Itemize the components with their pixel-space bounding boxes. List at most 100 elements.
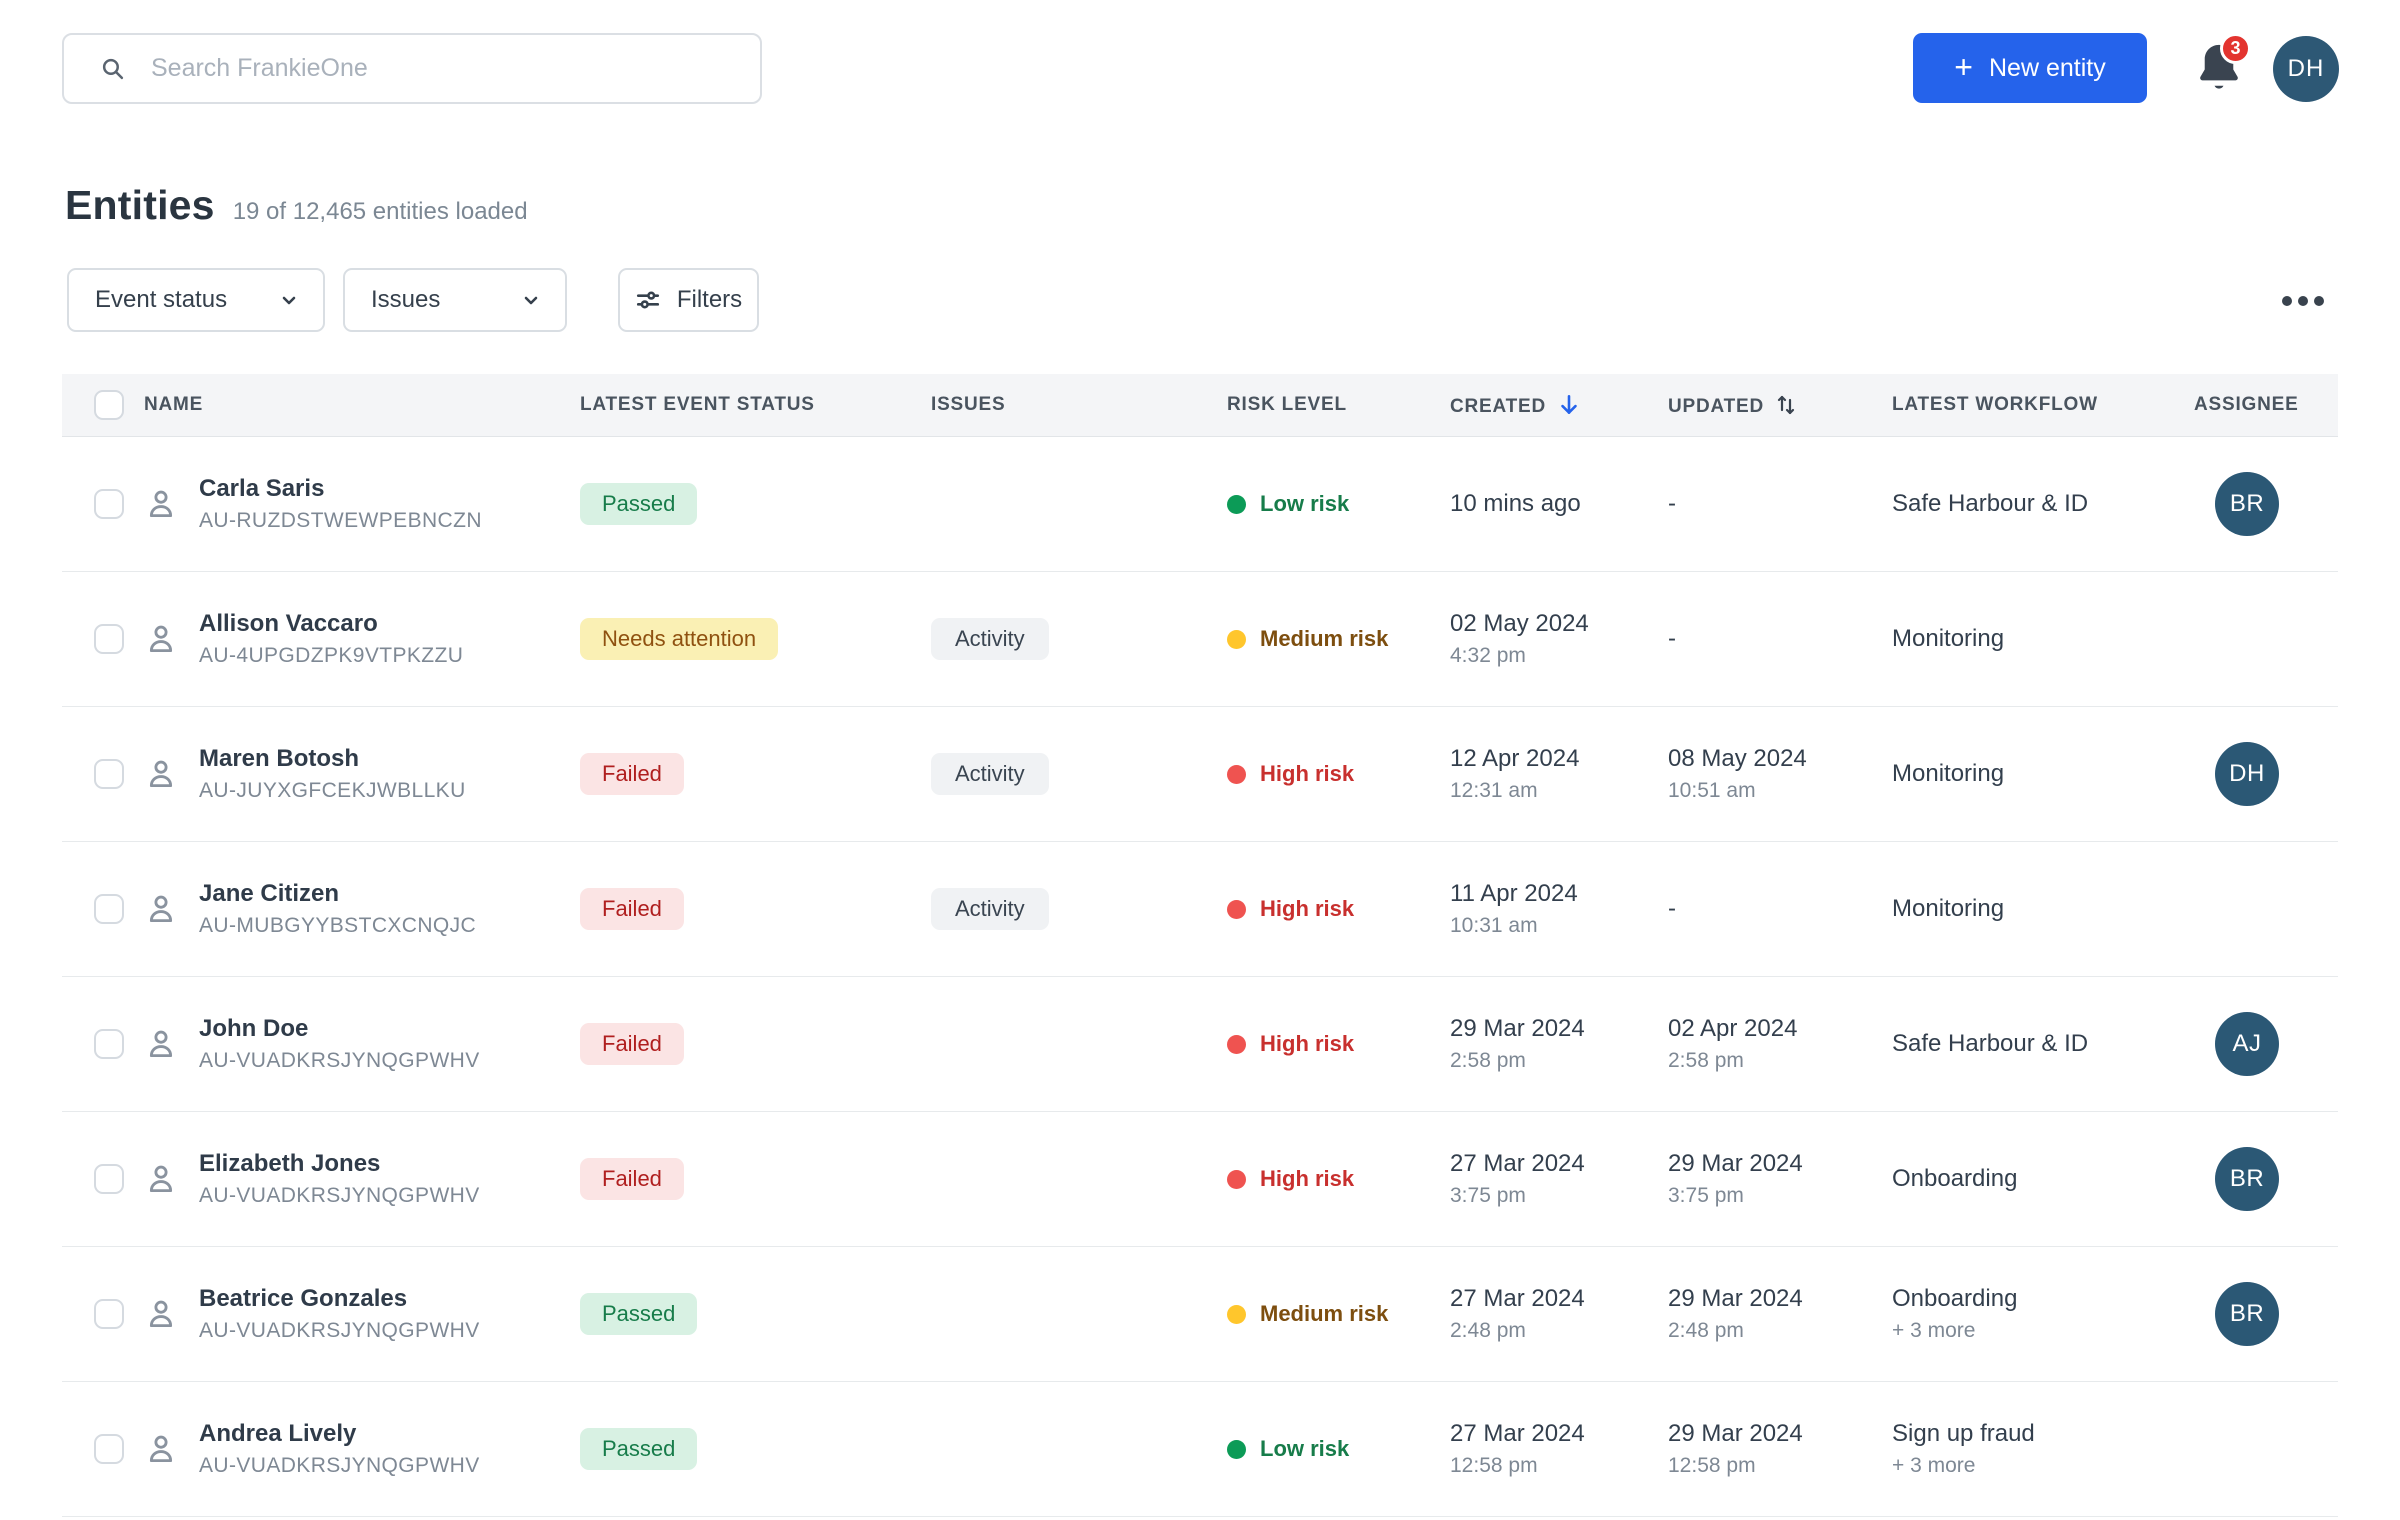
workflow-cell: Onboarding + 3 more — [1892, 1284, 2017, 1344]
name-cell: Jane Citizen AU-MUBGYYBSTCXCNQJC — [199, 879, 476, 939]
assignee-avatar[interactable]: AJ — [2215, 1012, 2279, 1076]
sliders-icon — [635, 287, 661, 313]
chevron-down-icon — [277, 288, 301, 312]
table-row[interactable]: Jane Citizen AU-MUBGYYBSTCXCNQJC Failed … — [62, 842, 2338, 977]
entity-name[interactable]: Jane Citizen — [199, 879, 476, 909]
assignee-avatar[interactable]: DH — [2215, 742, 2279, 806]
person-icon — [144, 1297, 178, 1331]
table-row[interactable]: Maren Botosh AU-JUYXGFCEKJWBLLKU Failed … — [62, 707, 2338, 842]
assignee-avatar[interactable]: BR — [2215, 1147, 2279, 1211]
assignee-avatar[interactable]: BR — [2215, 1282, 2279, 1346]
filters-button[interactable]: Filters — [618, 268, 759, 332]
risk-dot — [1227, 630, 1246, 649]
entity-name[interactable]: Andrea Lively — [199, 1419, 480, 1449]
plus-icon: + — [1954, 51, 1973, 83]
entity-name[interactable]: Maren Botosh — [199, 744, 466, 774]
row-checkbox[interactable] — [94, 489, 124, 519]
created-cell: 29 Mar 2024 2:58 pm — [1450, 1014, 1585, 1074]
row-checkbox[interactable] — [94, 1029, 124, 1059]
name-cell: Beatrice Gonzales AU-VUADKRSJYNQGPWHV — [199, 1284, 480, 1344]
row-checkbox[interactable] — [94, 759, 124, 789]
workflow-cell: Monitoring — [1892, 759, 2004, 789]
issue-chip: Activity — [931, 888, 1049, 930]
row-checkbox[interactable] — [94, 894, 124, 924]
entity-name[interactable]: John Doe — [199, 1014, 480, 1044]
name-cell: Elizabeth Jones AU-VUADKRSJYNQGPWHV — [199, 1149, 480, 1209]
col-name[interactable]: NAME — [144, 394, 203, 416]
col-risk-level[interactable]: RISK LEVEL — [1227, 394, 1347, 416]
person-icon — [144, 892, 178, 926]
workflow-cell: Monitoring — [1892, 624, 2004, 654]
row-checkbox[interactable] — [94, 624, 124, 654]
row-checkbox[interactable] — [94, 1164, 124, 1194]
risk-level: High risk — [1227, 1031, 1354, 1057]
col-updated[interactable]: UPDATED — [1668, 392, 1798, 418]
notifications-button[interactable]: 3 — [2192, 40, 2254, 102]
user-avatar[interactable]: DH — [2273, 36, 2339, 102]
search-icon — [100, 56, 125, 81]
table-row[interactable]: Beatrice Gonzales AU-VUADKRSJYNQGPWHV Pa… — [62, 1247, 2338, 1382]
table-row[interactable]: Andrea Lively AU-VUADKRSJYNQGPWHV Passed… — [62, 1382, 2338, 1517]
person-icon — [144, 487, 178, 521]
created-cell: 11 Apr 2024 10:31 am — [1450, 879, 1578, 939]
page-header: Entities 19 of 12,465 entities loaded — [65, 182, 528, 229]
risk-level: High risk — [1227, 761, 1354, 787]
col-issues[interactable]: ISSUES — [931, 394, 1006, 416]
entity-name[interactable]: Elizabeth Jones — [199, 1149, 480, 1179]
chevron-down-icon — [519, 288, 543, 312]
person-icon — [144, 1162, 178, 1196]
entity-name[interactable]: Carla Saris — [199, 474, 482, 504]
select-all-checkbox[interactable] — [94, 390, 124, 420]
updated-cell: - — [1668, 624, 1676, 654]
risk-level: Low risk — [1227, 491, 1349, 517]
row-checkbox[interactable] — [94, 1434, 124, 1464]
updated-cell: - — [1668, 489, 1676, 519]
sort-desc-icon — [1556, 392, 1582, 418]
person-icon — [144, 1432, 178, 1466]
entity-id: AU-VUADKRSJYNQGPWHV — [199, 1453, 480, 1479]
entity-id: AU-JUYXGFCEKJWBLLKU — [199, 778, 466, 804]
risk-level: Low risk — [1227, 1436, 1349, 1462]
col-created[interactable]: CREATED — [1450, 392, 1582, 418]
col-assignee[interactable]: ASSIGNEE — [2194, 394, 2299, 416]
table-row[interactable]: Elizabeth Jones AU-VUADKRSJYNQGPWHV Fail… — [62, 1112, 2338, 1247]
person-icon — [144, 622, 178, 656]
status-badge: Failed — [580, 1023, 684, 1065]
search-placeholder: Search FrankieOne — [151, 54, 368, 83]
workflow-cell: Monitoring — [1892, 894, 2004, 924]
search-input[interactable]: Search FrankieOne — [62, 33, 762, 104]
updated-cell: 29 Mar 2024 12:58 pm — [1668, 1419, 1803, 1479]
risk-dot — [1227, 1440, 1246, 1459]
sort-both-icon — [1774, 392, 1798, 418]
top-bar: Search FrankieOne + New entity 3 DH — [0, 0, 2400, 140]
status-badge: Passed — [580, 1293, 697, 1335]
assignee-avatar[interactable]: BR — [2215, 472, 2279, 536]
workflow-cell: Safe Harbour & ID — [1892, 489, 2088, 519]
risk-level: High risk — [1227, 896, 1354, 922]
more-options-button[interactable] — [2282, 290, 2326, 312]
table-row[interactable]: Allison Vaccaro AU-4UPGDZPK9VTPKZZU Need… — [62, 572, 2338, 707]
table-row[interactable]: Carla Saris AU-RUZDSTWEWPEBNCZN Passed L… — [62, 437, 2338, 572]
status-badge: Needs attention — [580, 618, 778, 660]
event-status-dropdown[interactable]: Event status — [67, 268, 325, 332]
col-latest-event-status[interactable]: LATEST EVENT STATUS — [580, 394, 815, 416]
table-row[interactable]: John Doe AU-VUADKRSJYNQGPWHV Failed High… — [62, 977, 2338, 1112]
entity-name[interactable]: Allison Vaccaro — [199, 609, 463, 639]
person-icon — [144, 1027, 178, 1061]
new-entity-button[interactable]: + New entity — [1913, 33, 2147, 103]
row-checkbox[interactable] — [94, 1299, 124, 1329]
page-title: Entities — [65, 182, 215, 229]
created-cell: 27 Mar 2024 2:48 pm — [1450, 1284, 1585, 1344]
entities-table: Carla Saris AU-RUZDSTWEWPEBNCZN Passed L… — [62, 437, 2338, 1517]
name-cell: Allison Vaccaro AU-4UPGDZPK9VTPKZZU — [199, 609, 463, 669]
risk-level: Medium risk — [1227, 1301, 1388, 1327]
entity-name[interactable]: Beatrice Gonzales — [199, 1284, 480, 1314]
issues-dropdown[interactable]: Issues — [343, 268, 567, 332]
workflow-cell: Safe Harbour & ID — [1892, 1029, 2088, 1059]
entity-id: AU-4UPGDZPK9VTPKZZU — [199, 643, 463, 669]
col-latest-workflow[interactable]: LATEST WORKFLOW — [1892, 394, 2098, 416]
risk-dot — [1227, 765, 1246, 784]
name-cell: Andrea Lively AU-VUADKRSJYNQGPWHV — [199, 1419, 480, 1479]
entity-id: AU-VUADKRSJYNQGPWHV — [199, 1048, 480, 1074]
name-cell: John Doe AU-VUADKRSJYNQGPWHV — [199, 1014, 480, 1074]
